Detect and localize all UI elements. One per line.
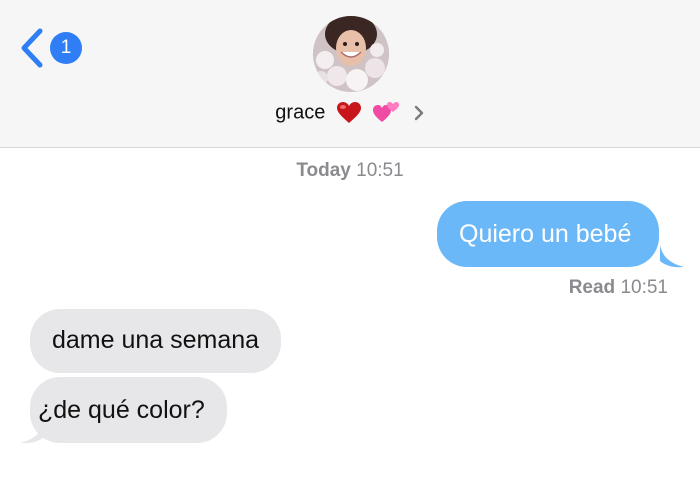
bubble-tail-outgoing — [660, 245, 684, 268]
date-divider: Today 10:51 — [0, 160, 700, 182]
back-chevron-icon — [21, 28, 43, 68]
message-text: dame una semana — [52, 326, 260, 354]
read-receipt: Read 10:51 — [569, 277, 668, 299]
message-text: Quiero un bebé — [459, 220, 632, 248]
incoming-message-bubble[interactable]: ¿de qué color? — [30, 377, 227, 443]
avatar-image — [313, 16, 389, 92]
date-time: 10:51 — [356, 160, 404, 181]
date-label: Today — [296, 160, 351, 181]
contact-name: grace — [275, 101, 326, 124]
avatar[interactable] — [313, 16, 389, 92]
unread-count-badge: 1 — [50, 32, 82, 64]
read-label: Read — [568, 277, 616, 298]
conversation-header: 1 grace — [0, 0, 700, 148]
chevron-right-icon — [414, 105, 423, 121]
outgoing-message-bubble[interactable]: Quiero un bebé — [437, 201, 660, 267]
red-heart-icon — [336, 102, 361, 123]
read-time: 10:51 — [620, 277, 668, 298]
contact-name-row[interactable]: grace — [0, 100, 700, 132]
incoming-message-bubble[interactable]: dame una semana — [30, 309, 282, 373]
bubble-tail-incoming — [20, 421, 44, 444]
two-hearts-icon — [373, 102, 400, 122]
message-text: ¿de qué color? — [38, 396, 205, 424]
back-button[interactable]: 1 — [18, 28, 88, 70]
